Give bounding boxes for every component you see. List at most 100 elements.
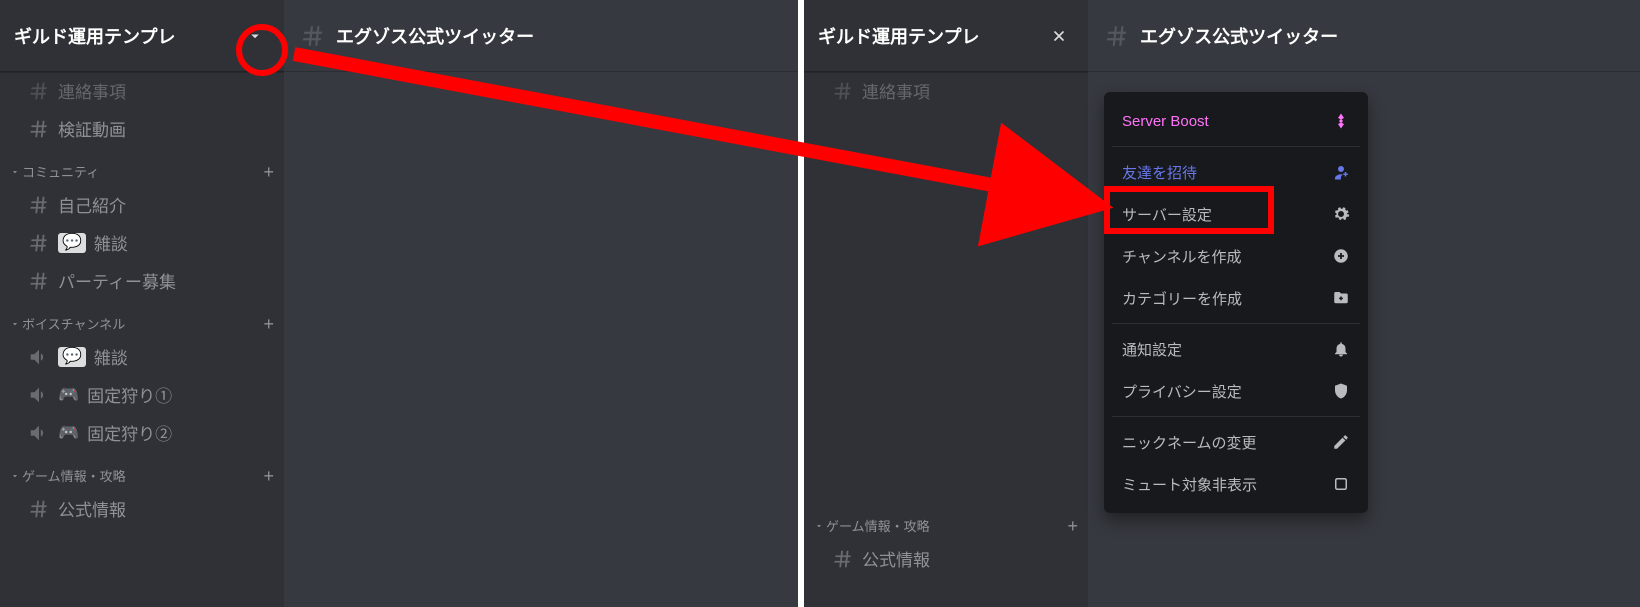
hash-icon: [832, 548, 854, 570]
plus-circle-icon: [1332, 247, 1350, 265]
text-channel[interactable]: 公式情報: [812, 540, 1080, 577]
voice-channel[interactable]: 💬 雑談: [8, 338, 276, 375]
menu-separator: [1112, 146, 1360, 147]
server-dropdown-menu: Server Boost友達を招待サーバー設定チャンネルを作成カテゴリーを作成通…: [1104, 92, 1368, 513]
chat-title: エグゾス公式ツイッター: [1140, 23, 1338, 49]
category-header[interactable]: ゲーム情報・攻略+: [0, 452, 284, 489]
channel-label: 固定狩り②: [87, 420, 172, 445]
text-channel[interactable]: パーティー募集: [8, 262, 276, 299]
folder-plus-icon: [1332, 289, 1350, 307]
menu-item-label: ミュート対象非表示: [1122, 474, 1257, 495]
chat-title: エグゾス公式ツイッター: [336, 23, 534, 49]
channel-label: 雑談: [94, 344, 128, 369]
server-header[interactable]: ギルド運用テンプレ: [804, 0, 1088, 72]
chat-area: エグゾス公式ツイッター: [284, 0, 798, 607]
invite-icon: [1332, 163, 1350, 181]
voice-channel[interactable]: 🎮 固定狩り②: [8, 414, 276, 451]
speech-chip-icon: 💬: [58, 347, 86, 367]
annotation-rect: [1104, 186, 1274, 234]
menu-item-label: プライバシー設定: [1122, 381, 1242, 402]
server-name: ギルド運用テンプレ: [818, 23, 979, 49]
annotation-circle: [236, 24, 288, 76]
hash-icon: [28, 118, 50, 140]
category-label: コミュニティ: [22, 162, 256, 181]
menu-item-label: ニックネームの変更: [1122, 432, 1257, 453]
menu-item-label: チャンネルを作成: [1122, 246, 1242, 267]
channel-label: 雑談: [94, 230, 128, 255]
menu-item-pencil[interactable]: ニックネームの変更: [1112, 421, 1360, 463]
channel-label: 固定狩り①: [87, 382, 172, 407]
category-header[interactable]: ボイスチャンネル+: [0, 300, 284, 337]
bell-icon: [1332, 340, 1350, 358]
hash-icon: [1104, 23, 1130, 49]
server-dropdown-close[interactable]: [1044, 21, 1074, 51]
panel-right: ギルド運用テンプレ 連絡事項ゲーム情報・攻略+公式情報 エグゾス公式ツイッター …: [804, 0, 1640, 607]
shield-icon: [1332, 382, 1350, 400]
hash-icon: [28, 80, 50, 102]
chat-body: [284, 72, 798, 607]
channel-label: 自己紹介: [58, 192, 126, 217]
server-sidebar: ギルド運用テンプレ 連絡事項ゲーム情報・攻略+ 公式情報: [804, 0, 1088, 607]
chevron-down-icon: [10, 471, 20, 481]
hash-icon: [300, 23, 326, 49]
square-icon: [1332, 475, 1350, 493]
speaker-icon: [28, 422, 50, 444]
menu-item-label: 友達を招待: [1122, 162, 1197, 183]
add-channel-button[interactable]: +: [1060, 520, 1078, 532]
chat-header: エグゾス公式ツイッター: [284, 0, 798, 72]
menu-item-plus-circle[interactable]: チャンネルを作成: [1112, 235, 1360, 277]
chevron-down-icon: [10, 167, 20, 177]
menu-item-label: Server Boost: [1122, 113, 1209, 130]
text-channel[interactable]: 検証動画: [8, 110, 276, 147]
gear-icon: [1332, 205, 1350, 223]
add-channel-button[interactable]: +: [256, 470, 274, 482]
boost-icon: [1332, 112, 1350, 130]
speaker-icon: [28, 346, 50, 368]
category-label: ゲーム情報・攻略: [22, 466, 256, 485]
text-channel[interactable]: 公式情報: [8, 490, 276, 527]
category-label: ボイスチャンネル: [22, 314, 256, 333]
pencil-icon: [1332, 433, 1350, 451]
text-channel[interactable]: 連絡事項: [8, 72, 276, 109]
hash-icon: [832, 80, 854, 102]
server-name: ギルド運用テンプレ: [14, 23, 175, 49]
menu-item-label: カテゴリーを作成: [1122, 288, 1242, 309]
menu-item-label: 通知設定: [1122, 339, 1182, 360]
text-channel[interactable]: 自己紹介: [8, 186, 276, 223]
hash-icon: [28, 232, 50, 254]
add-channel-button[interactable]: +: [256, 166, 274, 178]
gamepad-icon: 🎮: [58, 423, 79, 443]
voice-channel[interactable]: 🎮 固定狩り①: [8, 376, 276, 413]
speech-chip-icon: 💬: [58, 233, 86, 253]
panel-left: ギルド運用テンプレ 連絡事項検証動画コミュニティ+自己紹介💬雑談パーティー募集ボ…: [0, 0, 798, 607]
chat-header: エグゾス公式ツイッター: [1088, 0, 1640, 72]
channel-label: 連絡事項: [862, 78, 930, 103]
server-sidebar: ギルド運用テンプレ 連絡事項検証動画コミュニティ+自己紹介💬雑談パーティー募集ボ…: [0, 0, 284, 607]
channel-label: 公式情報: [58, 496, 126, 521]
channel-label: 検証動画: [58, 116, 126, 141]
hash-icon: [28, 498, 50, 520]
menu-separator: [1112, 416, 1360, 417]
speaker-icon: [28, 384, 50, 406]
category-label: ゲーム情報・攻略: [826, 516, 1060, 535]
channel-label: 連絡事項: [58, 78, 126, 103]
chevron-down-icon: [814, 521, 824, 531]
channel-label: 公式情報: [862, 546, 930, 571]
chevron-down-icon: [10, 319, 20, 329]
close-icon: [1051, 28, 1067, 44]
add-channel-button[interactable]: +: [256, 318, 274, 330]
menu-item-square[interactable]: ミュート対象非表示: [1112, 463, 1360, 505]
hash-icon: [28, 194, 50, 216]
menu-item-folder-plus[interactable]: カテゴリーを作成: [1112, 277, 1360, 319]
text-channel[interactable]: 💬 雑談: [8, 224, 276, 261]
channel-list: 連絡事項検証動画コミュニティ+自己紹介💬雑談パーティー募集ボイスチャンネル+💬雑…: [0, 72, 284, 607]
text-channel[interactable]: 連絡事項: [812, 72, 1080, 109]
gamepad-icon: 🎮: [58, 385, 79, 405]
category-header[interactable]: コミュニティ+: [0, 148, 284, 185]
hash-icon: [28, 270, 50, 292]
menu-item-shield[interactable]: プライバシー設定: [1112, 370, 1360, 412]
menu-item-bell[interactable]: 通知設定: [1112, 328, 1360, 370]
menu-item-boost[interactable]: Server Boost: [1112, 100, 1360, 142]
category-header[interactable]: ゲーム情報・攻略+: [804, 502, 1088, 539]
menu-separator: [1112, 323, 1360, 324]
